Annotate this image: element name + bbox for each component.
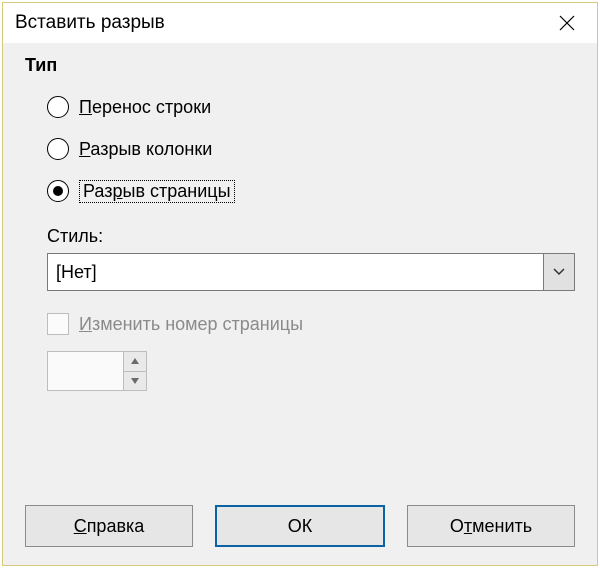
dialog-body: Тип Перенос строки Разрыв колонки Разрыв… [3,43,597,505]
spinner-buttons [123,352,146,390]
radio-icon [47,138,69,160]
change-page-number-row: Изменить номер страницы [47,313,575,335]
radio-label: Разрыв страницы [79,180,235,203]
chevron-down-icon [553,268,565,276]
style-label: Стиль: [47,226,575,247]
change-page-number-label: Изменить номер страницы [79,314,303,335]
radio-line-break[interactable]: Перенос строки [47,86,575,128]
break-type-radio-group: Перенос строки Разрыв колонки Разрыв стр… [47,86,575,212]
titlebar: Вставить разрыв [3,3,597,43]
dialog-button-row: Справка ОК Отменить [3,505,597,565]
button-label: ОК [288,516,313,537]
insert-break-dialog: Вставить разрыв Тип Перенос строки Разры… [2,2,598,566]
radio-icon [47,180,69,202]
close-button[interactable] [547,3,587,43]
help-button[interactable]: Справка [25,505,193,547]
button-label: Отменить [450,516,532,537]
radio-label: Разрыв колонки [79,139,212,160]
spinner-down-button[interactable] [124,372,146,391]
type-group-label: Тип [25,55,575,76]
radio-selected-dot [53,186,63,196]
radio-column-break[interactable]: Разрыв колонки [47,128,575,170]
style-section: Стиль: [Нет] [47,226,575,291]
button-label: Справка [74,516,145,537]
caret-up-icon [131,358,139,364]
radio-page-break[interactable]: Разрыв страницы [47,170,575,212]
spinner-up-button[interactable] [124,352,146,372]
caret-down-icon [131,378,139,384]
style-dropdown-value: [Нет] [48,254,543,290]
change-page-number-checkbox[interactable] [47,313,69,335]
style-dropdown-button[interactable] [543,254,574,290]
radio-label: Перенос строки [79,97,211,118]
page-number-spinner[interactable] [47,351,147,391]
close-icon [559,15,575,31]
radio-icon [47,96,69,118]
page-number-field[interactable] [48,352,123,390]
style-dropdown[interactable]: [Нет] [47,253,575,291]
cancel-button[interactable]: Отменить [407,505,575,547]
dialog-title: Вставить разрыв [15,12,547,34]
ok-button[interactable]: ОК [215,505,385,547]
